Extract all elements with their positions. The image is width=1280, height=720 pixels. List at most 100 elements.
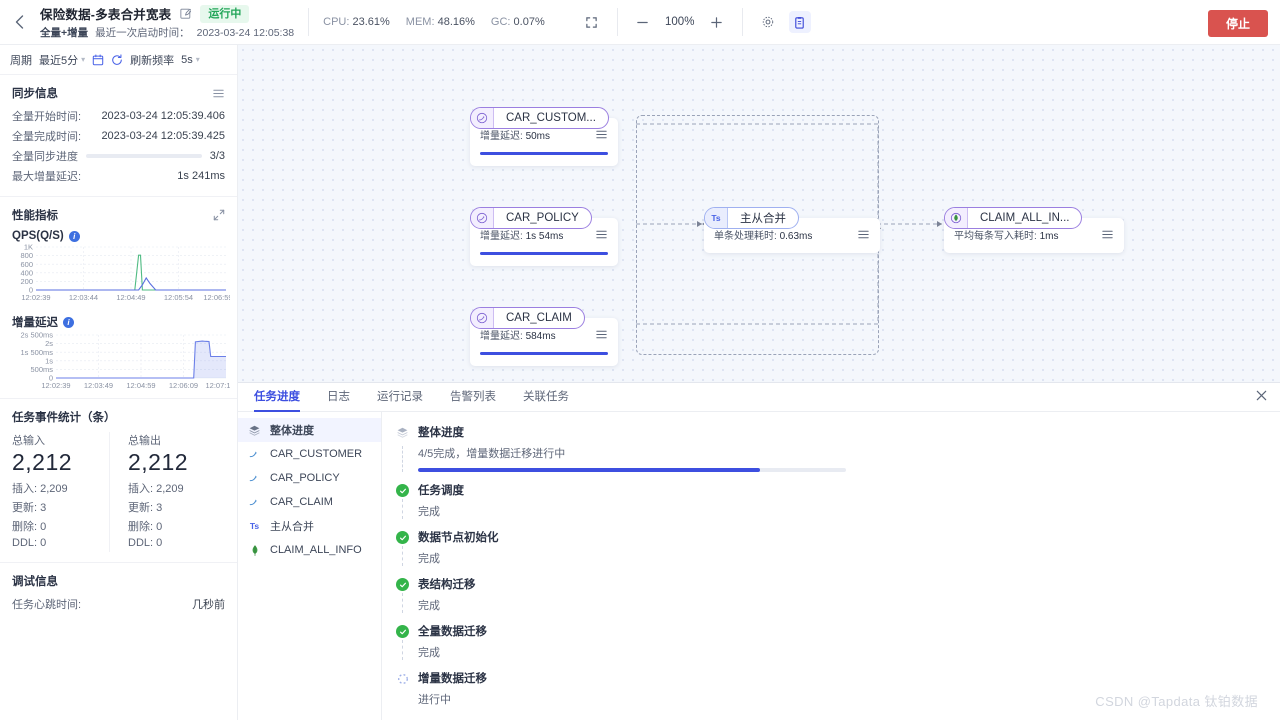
page-title: 保险数据-多表合并宽表 (40, 8, 172, 22)
step-body: 表结构迁移 完成 (418, 578, 1280, 613)
refresh-freq-select[interactable]: 5s ▾ (181, 54, 200, 66)
node-menu-icon[interactable] (595, 328, 608, 341)
stop-button[interactable]: 停止 (1207, 10, 1268, 37)
step-body: 任务调度 完成 (418, 484, 1280, 519)
step-status: 完成 (418, 600, 440, 612)
node-claim-all-info[interactable]: CLAIM_ALL_IN... 平均每条写入耗时: 1ms (944, 207, 1124, 253)
gear-icon[interactable] (757, 11, 779, 33)
chevron-left-icon (15, 15, 23, 29)
period-label: 周期 (10, 54, 32, 67)
max-delay-value: 1s 241ms (177, 170, 225, 182)
info-icon[interactable]: i (63, 316, 74, 328)
node-header[interactable]: CAR_CUSTOM... (470, 107, 609, 129)
sync-row-value: 2023-03-24 12:05:39.425 (101, 130, 225, 142)
tab-3[interactable]: 告警列表 (450, 388, 496, 411)
sync-row: 全量开始时间: 2023-03-24 12:05:39.406 (12, 108, 225, 124)
mysql-dolphin-icon (471, 108, 494, 128)
node-list-item-label: CAR_POLICY (270, 472, 340, 484)
node-car-policy[interactable]: CAR_POLICY 增量延迟: 1s 54ms (470, 207, 618, 266)
metric-key: 增量延迟: (480, 331, 523, 342)
fit-screen-icon[interactable] (581, 11, 603, 33)
step-status: 进行中 (418, 694, 451, 706)
delay-chart-title: 增量延迟 i (12, 314, 225, 330)
dag-canvas[interactable]: CAR_CUSTOM... 增量延迟: 50ms CAR_POLICY 增量延迟… (238, 45, 1280, 382)
node-merge[interactable]: Ts 主从合并 单条处理耗时: 0.63ms (704, 207, 880, 253)
node-progress-bar (480, 152, 608, 155)
svg-text:400: 400 (20, 268, 33, 277)
step-marker (396, 531, 409, 566)
metric-value: 1ms (1039, 231, 1059, 242)
chevron-down-icon: ▾ (195, 55, 200, 64)
metric-value: 50ms (525, 131, 551, 142)
events-row: 删除: 0 (128, 518, 225, 534)
node-label: CLAIM_ALL_IN... (980, 212, 1070, 224)
node-menu-icon[interactable] (595, 128, 608, 141)
gc-value: 0.07% (513, 16, 545, 28)
period-range-select[interactable]: 最近5分 ▾ (39, 52, 85, 68)
step-marker (396, 578, 409, 613)
title-row: 保险数据-多表合并宽表 运行中 (40, 4, 294, 23)
events-row: DDL: 0 (12, 537, 109, 549)
node-label: CAR_CLAIM (506, 312, 572, 324)
node-header[interactable]: CAR_CLAIM (470, 307, 585, 329)
performance-header: 性能指标 (12, 207, 225, 223)
tab-0[interactable]: 任务进度 (254, 388, 300, 412)
list-icon[interactable] (212, 87, 225, 100)
tab-1[interactable]: 日志 (327, 388, 350, 411)
clipboard-icon[interactable] (788, 11, 811, 33)
zoom-in-button[interactable] (706, 11, 728, 33)
calendar-icon[interactable] (92, 54, 104, 66)
node-car-claim[interactable]: CAR_CLAIM 增量延迟: 584ms (470, 307, 618, 366)
node-header[interactable]: CAR_POLICY (470, 207, 592, 229)
refresh-icon[interactable] (111, 53, 123, 66)
refresh-freq-value: 5s (181, 53, 193, 66)
node-metric: 增量延迟: 1s 54ms (480, 227, 608, 242)
edit-icon[interactable] (180, 8, 192, 19)
node-list-item-0[interactable]: 整体进度 (238, 418, 381, 442)
events-row-value: 3 (156, 502, 163, 514)
layers-icon (248, 424, 261, 437)
qps-title-text: QPS(Q/S) (12, 230, 64, 242)
progress-step-5: 增量数据迁移 进行中 (396, 672, 1280, 707)
node-list-item-3[interactable]: CAR_CLAIM (238, 490, 381, 514)
node-list-item-5[interactable]: CLAIM_ALL_INFO (238, 538, 381, 562)
svg-text:2s: 2s (45, 339, 53, 348)
node-list-item-4[interactable]: Ts 主从合并 (238, 514, 381, 538)
svg-text:600: 600 (20, 260, 33, 269)
zoom-out-button[interactable] (632, 11, 654, 33)
cpu-label: CPU: (323, 16, 350, 28)
node-list-item-1[interactable]: CAR_CUSTOMER (238, 442, 381, 466)
mongodb-leaf-icon (945, 208, 968, 228)
chevron-down-icon: ▾ (81, 55, 86, 64)
zoom-toolbar: 100% (581, 8, 811, 36)
heartbeat-row: 任务心跳时间: 几秒前 (12, 596, 225, 612)
period-toolbar: 周期 最近5分 ▾ 刷新频率 5s ▾ (0, 45, 237, 75)
back-button[interactable] (0, 0, 38, 45)
performance-section: 性能指标 QPS(Q/S) i 0 200 400 600 800 1K 12:02:39 1… (0, 197, 237, 399)
step-title: 任务调度 (418, 485, 464, 497)
close-icon[interactable] (1255, 389, 1268, 402)
tab-4[interactable]: 关联任务 (523, 388, 569, 411)
step-status: 4/5完成，增量数据迁移进行中 (418, 448, 566, 460)
tab-bar: 任务进度 日志 运行记录 告警列表 关联任务 (238, 383, 1280, 412)
svg-text:12:02:39: 12:02:39 (21, 293, 50, 302)
node-car-customer[interactable]: CAR_CUSTOM... 增量延迟: 50ms (470, 107, 618, 166)
node-label: CAR_CUSTOM... (506, 112, 596, 124)
events-title: 任务事件统计（条） (12, 412, 116, 424)
node-list-item-2[interactable]: CAR_POLICY (238, 466, 381, 490)
step-progress-bar (418, 468, 846, 472)
step-status: 完成 (418, 553, 440, 565)
events-row-value: 2,209 (40, 483, 68, 495)
sync-progress-row: 全量同步进度 3/3 (12, 148, 225, 164)
mysql-dolphin-icon (248, 448, 261, 461)
node-menu-icon[interactable] (595, 228, 608, 241)
svg-text:800: 800 (20, 251, 33, 260)
tab-2[interactable]: 运行记录 (377, 388, 423, 411)
node-metric-label: 平均每条写入耗时: 1ms (954, 227, 1058, 242)
node-header[interactable]: Ts 主从合并 (704, 207, 799, 229)
expand-icon[interactable] (213, 209, 225, 221)
node-menu-icon[interactable] (1101, 228, 1114, 241)
info-icon[interactable]: i (68, 230, 80, 242)
node-header[interactable]: CLAIM_ALL_IN... (944, 207, 1083, 229)
node-menu-icon[interactable] (857, 228, 870, 241)
